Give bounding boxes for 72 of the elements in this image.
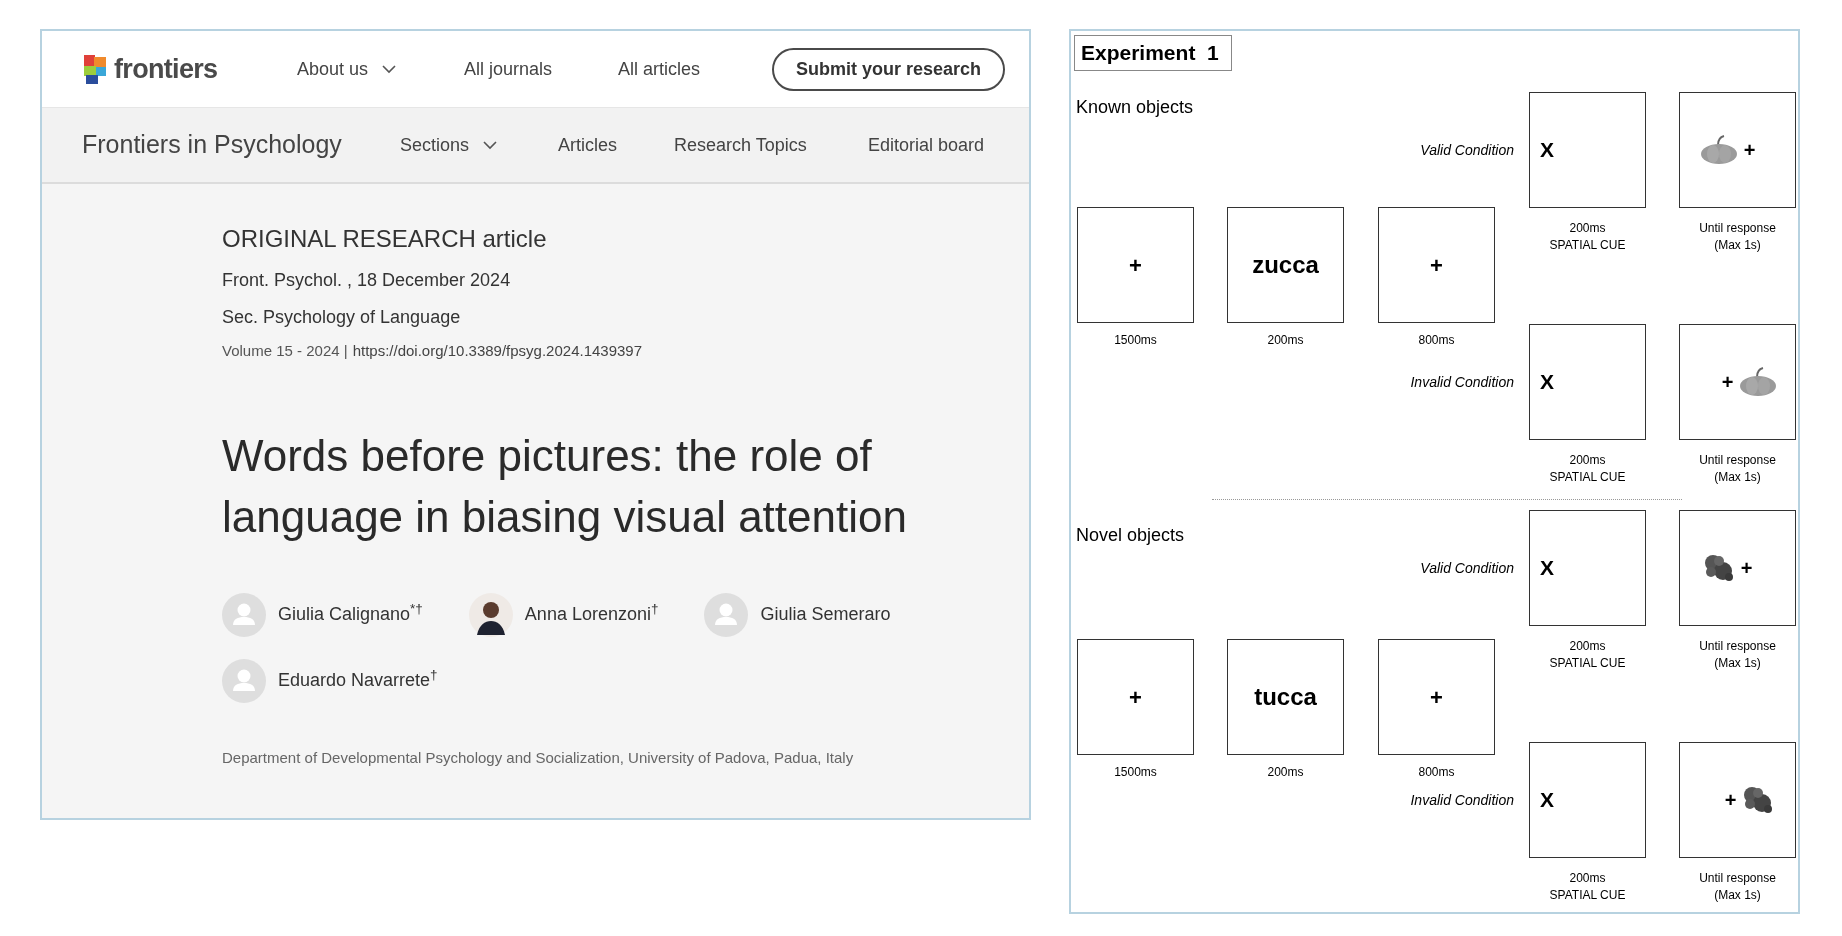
condition-label: Valid Condition bbox=[1420, 141, 1514, 160]
nav-link[interactable]: All articles bbox=[618, 55, 701, 83]
fixation-cross: + bbox=[1740, 556, 1753, 581]
avatar-icon bbox=[222, 592, 266, 637]
cue-label: SPATIAL CUE bbox=[1548, 237, 1627, 254]
cue-label: SPATIAL CUE bbox=[1548, 887, 1627, 904]
duration-label: 1500ms bbox=[1113, 764, 1158, 781]
condition-label: Valid Condition bbox=[1420, 559, 1514, 578]
fixation-cross: + bbox=[1430, 251, 1443, 280]
stimulus-word: zucca bbox=[1252, 250, 1319, 280]
duration-label: 200ms bbox=[1568, 870, 1607, 887]
response-note: (Max 1s) bbox=[1713, 469, 1762, 486]
fixation-cross: + bbox=[1721, 370, 1734, 395]
duration-label: 800ms bbox=[1417, 764, 1456, 781]
citation: Front. Psychol. , 18 December 2024 bbox=[222, 269, 512, 292]
fixation-cross: + bbox=[1430, 683, 1443, 712]
article-title: Words before pictures: the role of language in biasing visual attention bbox=[222, 429, 908, 543]
cue-label: SPATIAL CUE bbox=[1548, 469, 1627, 486]
response-label: Until response bbox=[1698, 870, 1777, 887]
avatar-silhouette-icon bbox=[468, 592, 513, 637]
cue-mark: X bbox=[1540, 555, 1554, 582]
journal-nav-link[interactable]: Sections bbox=[400, 131, 470, 159]
duration-label: 1500ms bbox=[1113, 332, 1158, 349]
fixation-cross: + bbox=[1129, 683, 1142, 712]
article-type: ORIGINAL RESEARCH article bbox=[222, 224, 548, 254]
avatar-icon bbox=[704, 592, 749, 637]
affiliation: Department of Developmental Psychology and Socialization, University of Padova, Padua, Italy bbox=[222, 747, 855, 768]
duration-label: 800ms bbox=[1417, 332, 1456, 349]
nav-link[interactable]: All journals bbox=[464, 55, 553, 83]
doi-link[interactable]: https://doi.org/10.3389/fpsyg.2024.1439397 bbox=[352, 340, 643, 363]
cue-mark: X bbox=[1540, 137, 1554, 164]
pumpkin-icon bbox=[1699, 135, 1738, 165]
condition-label: Invalid Condition bbox=[1410, 373, 1514, 392]
section-heading: Novel objects bbox=[1076, 524, 1185, 547]
condition-label: Invalid Condition bbox=[1410, 791, 1514, 810]
cue-mark: X bbox=[1540, 369, 1554, 396]
spiky-object-icon bbox=[1702, 553, 1735, 583]
section-heading: Known objects bbox=[1076, 96, 1194, 119]
duration-label: 200ms bbox=[1266, 332, 1305, 349]
avatar-icon bbox=[222, 658, 266, 703]
duration-label: 200ms bbox=[1568, 452, 1607, 469]
author-name[interactable]: Anna Lorenzoni$^{†}$ bbox=[524, 601, 659, 628]
spiky-object-icon bbox=[1742, 785, 1775, 815]
author-name[interactable]: Eduardo Navarrete$^{†}$ bbox=[278, 667, 438, 694]
pumpkin-icon bbox=[1739, 367, 1778, 397]
response-note: (Max 1s) bbox=[1713, 887, 1762, 904]
response-note: (Max 1s) bbox=[1713, 237, 1762, 254]
fixation-cross: + bbox=[1129, 251, 1142, 280]
journal-nav-link[interactable]: Research Topics bbox=[674, 131, 807, 159]
author-name[interactable]: Giulia Semeraro bbox=[760, 601, 891, 628]
author-name[interactable]: Giulia Calignano$^{*†}$ bbox=[278, 601, 423, 628]
journal-nav-link[interactable]: Editorial board bbox=[868, 131, 985, 159]
figure-title: Experiment 1 bbox=[1074, 35, 1232, 71]
section-name: Sec. Psychology of Language bbox=[222, 306, 462, 329]
response-label: Until response bbox=[1698, 452, 1777, 469]
stimulus-word: tucca bbox=[1254, 682, 1317, 712]
fixation-cross: + bbox=[1724, 788, 1737, 813]
volume-info: Volume 15 - 2024 | bbox=[222, 341, 348, 361]
journal-name[interactable]: Frontiers in Psychology bbox=[82, 126, 400, 164]
duration-label: 200ms bbox=[1568, 220, 1607, 237]
duration-label: 200ms bbox=[1568, 638, 1607, 655]
response-label: Until response bbox=[1698, 638, 1777, 655]
response-note: (Max 1s) bbox=[1713, 655, 1762, 672]
journal-nav-link[interactable]: Articles bbox=[558, 131, 617, 159]
brand-name[interactable]: frontiers bbox=[114, 48, 218, 90]
duration-label: 200ms bbox=[1266, 764, 1305, 781]
response-label: Until response bbox=[1698, 220, 1777, 237]
cue-mark: X bbox=[1540, 787, 1554, 814]
cue-label: SPATIAL CUE bbox=[1548, 655, 1627, 672]
fixation-cross: + bbox=[1743, 138, 1756, 163]
submit-button[interactable]: Submit your research bbox=[772, 47, 1006, 91]
nav-link[interactable]: About us bbox=[297, 55, 369, 83]
